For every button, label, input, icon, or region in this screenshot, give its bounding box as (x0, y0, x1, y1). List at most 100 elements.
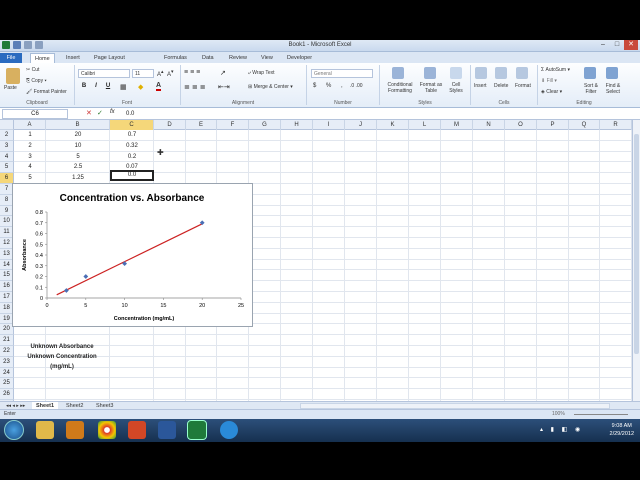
tab-view[interactable]: View (257, 53, 277, 63)
word-icon[interactable] (158, 421, 176, 439)
column-header-l[interactable]: L (409, 120, 441, 130)
grow-font-button[interactable]: A▴ (157, 69, 164, 78)
paste-label[interactable]: Paste (4, 85, 17, 91)
start-button[interactable] (4, 420, 24, 440)
borders-icon[interactable]: ▦ (120, 83, 127, 91)
column-header-q[interactable]: Q (569, 120, 600, 130)
format-as-table-label[interactable]: Format as Table (418, 82, 444, 94)
orientation-icon[interactable]: ↗ (220, 69, 226, 77)
row-header-23[interactable]: 23 (0, 356, 14, 368)
cell-c3[interactable]: 0.32 (110, 141, 154, 151)
zoom-level[interactable]: 100% (552, 411, 565, 417)
tab-page-layout[interactable]: Page Layout (90, 53, 129, 63)
bold-button[interactable]: B (80, 83, 88, 89)
indent-icons[interactable]: ⇤⇥ (218, 83, 230, 91)
confirm-entry-icon[interactable]: ✓ (97, 109, 103, 117)
cancel-entry-icon[interactable]: ✕ (86, 109, 92, 117)
format-cells-icon[interactable] (516, 67, 528, 79)
number-format-icons[interactable]: $ % , (313, 83, 347, 89)
row-header-4[interactable]: 4 (0, 151, 14, 163)
column-header-j[interactable]: J (345, 120, 377, 130)
wrap-text-button[interactable]: ⤶ Wrap Text (248, 70, 275, 76)
find-select-label[interactable]: Find & Select (602, 83, 624, 95)
column-header-p[interactable]: P (537, 120, 569, 130)
row-header-3[interactable]: 3 (0, 140, 14, 152)
cell-styles-icon[interactable] (450, 67, 462, 79)
underline-button[interactable]: U (104, 83, 112, 89)
cell-a4[interactable]: 3 (14, 152, 46, 162)
merge-center-button[interactable]: ⊞ Merge & Center ▾ (248, 84, 293, 90)
column-header-k[interactable]: K (377, 120, 409, 130)
tab-formulas[interactable]: Formulas (160, 53, 191, 63)
tab-insert[interactable]: Insert (62, 53, 84, 63)
cell-b6[interactable]: 1.25 (46, 173, 110, 183)
font-name-select[interactable]: Calibri (78, 69, 130, 78)
powerpoint-icon[interactable] (128, 421, 146, 439)
column-header-a[interactable]: A (14, 120, 46, 130)
font-color-icon[interactable]: A (156, 82, 162, 91)
column-header-g[interactable]: G (249, 120, 281, 130)
shrink-font-button[interactable]: A▾ (167, 69, 174, 78)
row-header-21[interactable]: 21 (0, 335, 14, 346)
format-cells-label[interactable]: Format (515, 83, 531, 89)
insert-cells-label[interactable]: Insert (474, 83, 487, 89)
cell-a3[interactable]: 2 (14, 141, 46, 151)
clear-button[interactable]: ◈ Clear ▾ (541, 89, 562, 95)
clock[interactable]: 9:08 AM 2/29/2012 (610, 422, 634, 438)
font-size-select[interactable]: 11 (132, 69, 154, 78)
column-header-e[interactable]: E (186, 120, 217, 130)
cell-c4[interactable]: 0.2 (110, 152, 154, 162)
row-header-26[interactable]: 26 (0, 389, 14, 400)
tab-file[interactable]: File (0, 53, 22, 63)
select-all-corner[interactable] (0, 120, 14, 130)
name-box[interactable]: C6 (2, 109, 68, 119)
chrome-icon[interactable] (98, 421, 116, 439)
row-header-22[interactable]: 22 (0, 346, 14, 357)
system-tray-icons[interactable]: ▴ ▮ ◧ ◉ (540, 426, 583, 433)
delete-cells-icon[interactable] (495, 67, 507, 79)
format-as-table-icon[interactable] (424, 67, 436, 79)
scatter-chart[interactable]: Concentration vs. Absorbance 0 5 10 15 20 25 0 0… (12, 183, 253, 327)
vertical-scrollbar[interactable] (632, 120, 640, 401)
paste-icon[interactable] (6, 68, 20, 84)
find-select-icon[interactable] (606, 67, 618, 79)
decimal-icons[interactable]: .0 .00 (350, 83, 363, 89)
top-align-icons[interactable]: ≡≡≡ (184, 69, 202, 76)
tab-developer[interactable]: Developer (283, 53, 316, 63)
column-header-i[interactable]: I (313, 120, 345, 130)
explorer-icon[interactable] (36, 421, 54, 439)
row-header-5[interactable]: 5 (0, 162, 14, 174)
number-format-select[interactable]: General (311, 69, 373, 78)
column-header-f[interactable]: F (217, 120, 249, 130)
tab-data[interactable]: Data (198, 53, 218, 63)
media-player-icon[interactable] (66, 421, 84, 439)
active-cell-c6[interactable]: 0.0 (110, 170, 154, 181)
cell-a5[interactable]: 4 (14, 162, 46, 172)
fill-color-icon[interactable]: ◆ (138, 83, 143, 91)
cell-b2[interactable]: 20 (46, 130, 110, 140)
excel-taskbar-icon[interactable] (187, 420, 207, 440)
minimize-button[interactable]: – (596, 40, 610, 50)
cell-b5[interactable]: 2.5 (46, 162, 110, 172)
sort-filter-icon[interactable] (584, 67, 596, 79)
column-header-m[interactable]: M (441, 120, 473, 130)
row-header-2[interactable]: 2 (0, 130, 14, 141)
delete-cells-label[interactable]: Delete (494, 83, 508, 89)
tab-review[interactable]: Review (225, 53, 251, 63)
copy-button[interactable]: ⎘ Copy ▾ (26, 78, 47, 84)
close-button[interactable]: ✕ (624, 40, 638, 50)
row-header-25[interactable]: 25 (0, 378, 14, 390)
cell-styles-label[interactable]: Cell Styles (445, 82, 467, 94)
insert-function-button[interactable]: fx (110, 109, 115, 115)
internet-explorer-icon[interactable] (220, 421, 238, 439)
formula-input[interactable]: 0.0 (126, 109, 134, 119)
fill-button[interactable]: ⬇ Fill ▾ (541, 78, 557, 84)
scrollbar-thumb[interactable] (634, 134, 639, 354)
tab-home[interactable]: Home (30, 53, 55, 63)
column-header-b[interactable]: B (46, 120, 110, 130)
cell-b4[interactable]: 5 (46, 152, 110, 162)
cell-c2[interactable]: 0.7 (110, 130, 154, 140)
column-header-c[interactable]: C (110, 120, 154, 130)
conditional-formatting-icon[interactable] (392, 67, 404, 79)
cell-a2[interactable]: 1 (14, 130, 46, 140)
